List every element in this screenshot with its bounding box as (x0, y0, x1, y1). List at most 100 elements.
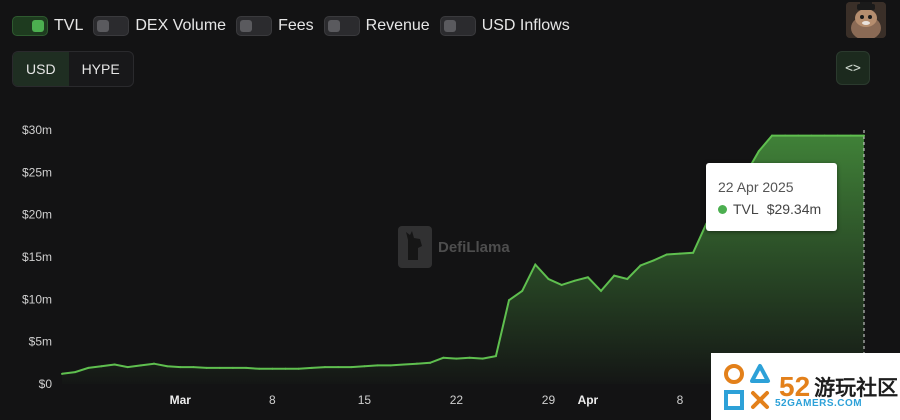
tvl-point (350, 366, 353, 369)
watermark-text: DefiLlama (438, 238, 510, 256)
tvl-point (521, 289, 524, 292)
tvl-point (297, 367, 300, 370)
toggle-revenue[interactable]: Revenue (323, 16, 430, 36)
tooltip-row: TVL $29.34m (718, 201, 821, 217)
tvl-point (205, 366, 208, 369)
gamepad-symbols-icon (724, 363, 770, 410)
x-axis: Mar 8 15 22 29 Apr 8 (170, 393, 684, 407)
y-tick-label: $5m (29, 335, 52, 349)
tvl-point (626, 278, 629, 281)
tvl-point (573, 279, 576, 282)
tvl-point (613, 274, 616, 277)
tvl-point (455, 357, 458, 360)
tvl-point (363, 365, 366, 368)
toggle-switch[interactable] (323, 16, 360, 36)
x-tick-label: 8 (269, 393, 276, 407)
tooltip-date: 22 Apr 2025 (718, 179, 794, 195)
tvl-point (126, 366, 129, 369)
tvl-point (678, 252, 681, 255)
tvl-point (258, 367, 261, 370)
toggle-switch[interactable] (93, 16, 130, 36)
y-tick-label: $15m (22, 250, 52, 264)
currency-selector: USD HYPE (12, 51, 134, 87)
chart-tooltip: 22 Apr 2025 TVL $29.34m (706, 163, 837, 231)
tvl-point (560, 283, 563, 286)
toggle-label: DEX Volume (135, 17, 227, 34)
site-badge: 52 游玩社区 52GAMERS.COM (711, 353, 900, 420)
toggle-label: USD Inflows (481, 17, 570, 34)
tvl-point (757, 150, 760, 153)
tvl-point (192, 366, 195, 369)
x-tick-label: 8 (677, 393, 684, 407)
tvl-point (179, 366, 182, 369)
y-tick-label: $10m (22, 292, 52, 306)
embed-code-button[interactable]: <> (836, 51, 870, 85)
tvl-point (849, 134, 852, 137)
x-tick-label: 29 (542, 393, 556, 407)
tvl-point (310, 366, 313, 369)
x-tick-label: Apr (578, 393, 599, 407)
toggle-usd-inflows[interactable]: USD Inflows (439, 16, 570, 36)
tvl-point (665, 253, 668, 256)
x-tick-label: Mar (170, 393, 192, 407)
toggle-switch[interactable] (439, 16, 476, 36)
series-dot-icon (718, 204, 727, 214)
tvl-point (810, 134, 813, 137)
toggle-switch[interactable] (236, 16, 273, 36)
tvl-point (429, 361, 432, 364)
tvl-point (271, 367, 274, 370)
tvl-point (284, 367, 287, 370)
y-tick-label: $0 (39, 377, 53, 391)
tvl-point (494, 355, 497, 358)
toggle-label: Revenue (365, 17, 430, 34)
tvl-point (166, 365, 169, 368)
tvl-point (547, 278, 550, 281)
tvl-point (784, 134, 787, 137)
currency-usd[interactable]: USD (13, 52, 69, 86)
user-avatar[interactable] (846, 2, 886, 38)
tvl-point (770, 134, 773, 137)
tvl-point (139, 364, 142, 367)
tvl-point (402, 363, 405, 366)
tvl-point (534, 263, 537, 266)
tvl-point (863, 134, 865, 137)
tvl-point (481, 357, 484, 360)
llama-logo-icon (398, 226, 432, 268)
toggle-dex-volume[interactable]: DEX Volume (93, 16, 226, 36)
tvl-point (639, 264, 642, 267)
tvl-point (376, 364, 379, 367)
tvl-point (87, 366, 90, 369)
currency-hype[interactable]: HYPE (69, 52, 133, 86)
watermark: DefiLlama (398, 226, 510, 268)
tvl-point (337, 366, 340, 369)
badge-site: 52GAMERS.COM (775, 398, 863, 409)
tvl-point (586, 276, 589, 279)
toggle-fees[interactable]: Fees (236, 16, 314, 36)
toggle-switch[interactable] (12, 16, 48, 36)
series-toggles: TVL DEX Volume Fees Revenue USD Inflows (12, 16, 580, 36)
tvl-point (823, 134, 826, 137)
tvl-point (836, 134, 839, 137)
tvl-point (692, 251, 695, 254)
toggle-tvl[interactable]: TVL (12, 16, 83, 36)
tvl-point (74, 371, 77, 374)
tvl-point (797, 134, 800, 137)
toggle-label: TVL (54, 17, 84, 34)
tvl-point (218, 366, 221, 369)
toggle-label: Fees (278, 17, 314, 34)
avatar-image (846, 2, 886, 38)
tvl-point (389, 364, 392, 367)
tvl-point (415, 362, 418, 365)
tvl-point (231, 366, 234, 369)
tvl-point (245, 366, 248, 369)
y-axis: $0 $5m $10m $15m $20m $25m $30m (22, 123, 52, 391)
y-tick-label: $20m (22, 208, 52, 222)
tooltip-value: $29.34m (766, 201, 822, 217)
x-tick-label: 15 (358, 393, 372, 407)
tvl-point (442, 356, 445, 359)
tvl-point (508, 299, 511, 302)
x-tick-label: 22 (450, 393, 464, 407)
tvl-point (153, 362, 156, 365)
badge-name: 游玩社区 (814, 376, 899, 400)
tvl-point (61, 372, 63, 375)
